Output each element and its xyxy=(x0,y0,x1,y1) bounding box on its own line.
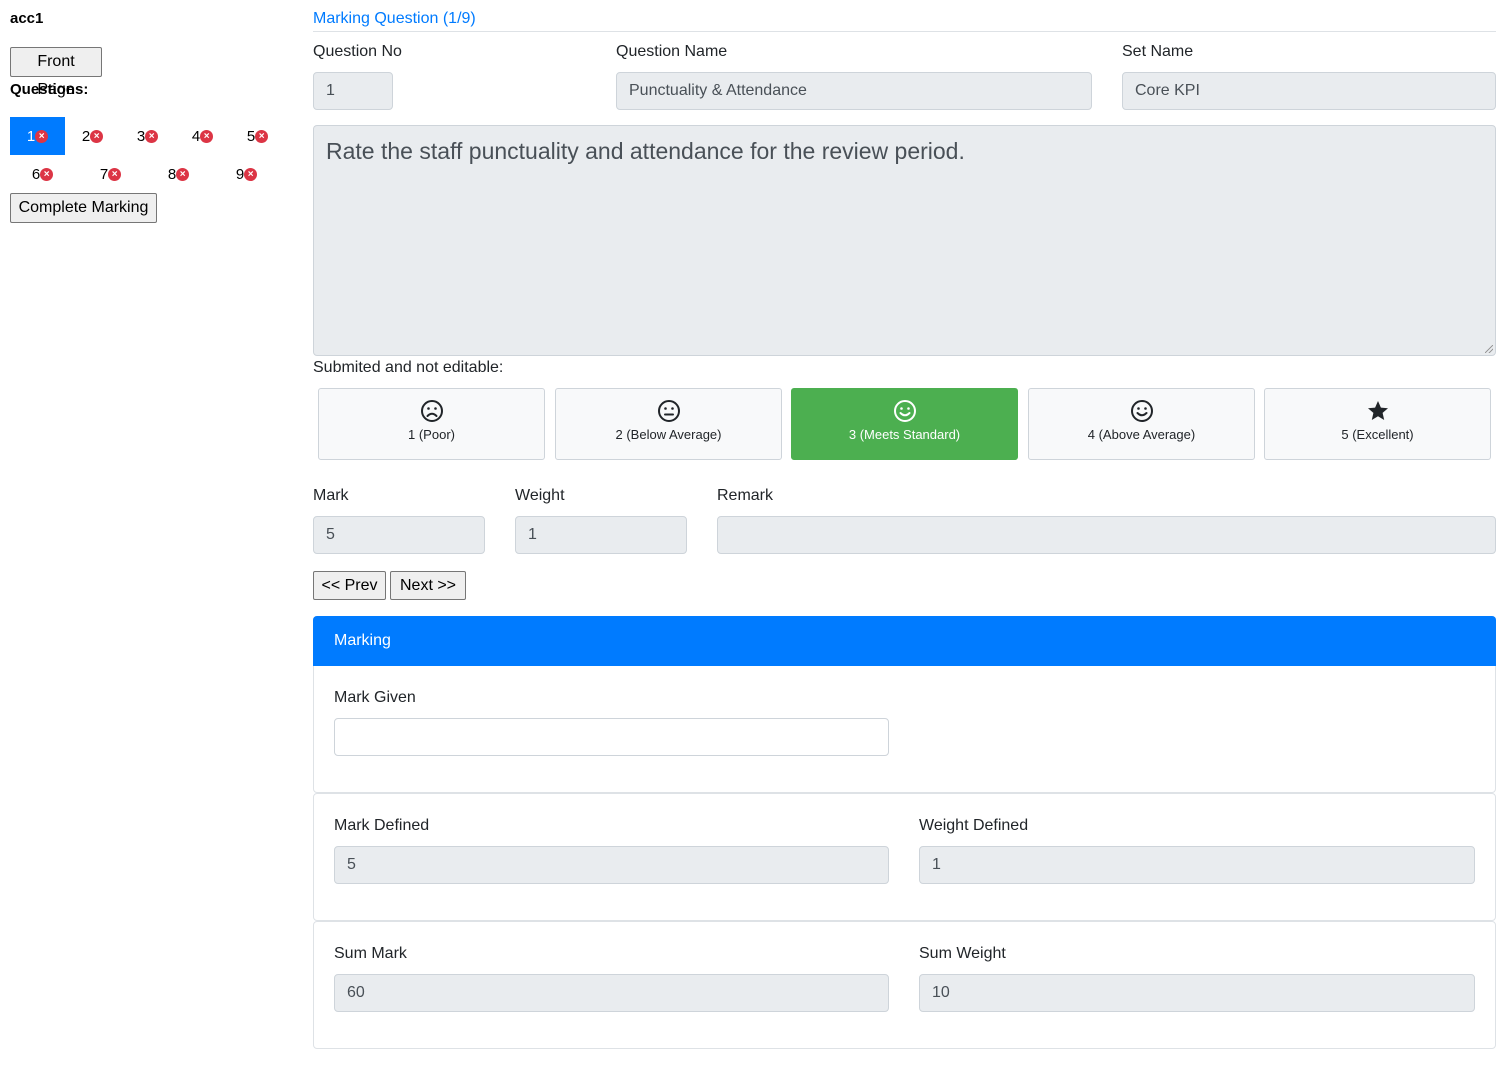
question-name-label: Question Name xyxy=(616,43,728,60)
rating-2-button[interactable]: 2 (Below Average) xyxy=(555,388,782,460)
question-link-7[interactable]: 7 × xyxy=(83,155,138,193)
resize-grip-icon[interactable] xyxy=(1485,345,1493,353)
questions-heading: Questions: xyxy=(10,81,89,98)
error-x-icon: × xyxy=(35,129,49,143)
weight-label: Weight xyxy=(515,487,565,504)
weight-defined-label: Weight Defined xyxy=(919,817,1029,834)
question-link-1[interactable]: 1 × xyxy=(10,117,65,155)
weight-field: 1 xyxy=(515,516,687,554)
question-no-label: Question No xyxy=(313,43,402,60)
username: acc1 xyxy=(10,10,44,27)
question-number: 6 xyxy=(31,165,41,183)
question-link-4[interactable]: 4 × xyxy=(175,117,230,155)
question-link-2[interactable]: 2 × xyxy=(65,117,120,155)
rating-label: 4 (Above Average) xyxy=(1087,427,1196,442)
rating-3-button[interactable]: 3 (Meets Standard) xyxy=(791,388,1018,460)
mark-given-label: Mark Given xyxy=(334,689,416,706)
complete-marking-button[interactable]: Complete Marking xyxy=(10,193,157,223)
rating-5-button[interactable]: 5 (Excellent) xyxy=(1264,388,1491,460)
rating-label: 3 (Meets Standard) xyxy=(848,427,961,442)
smile-icon xyxy=(1130,400,1153,422)
sum-weight-label: Sum Weight xyxy=(919,945,1006,962)
next-button[interactable]: Next >> xyxy=(390,571,466,600)
mark-label: Mark xyxy=(313,487,349,504)
error-x-icon: × xyxy=(40,167,54,181)
question-name-field: Punctuality & Attendance xyxy=(616,72,1092,110)
rating-label: 2 (Below Average) xyxy=(615,427,722,442)
set-name-label: Set Name xyxy=(1122,43,1194,60)
question-number: 9 xyxy=(235,165,245,183)
submitted-note: Submited and not editable: xyxy=(313,359,504,376)
question-no-field: 1 xyxy=(313,72,393,110)
neutral-face-icon xyxy=(657,400,680,422)
error-x-icon: × xyxy=(108,167,122,181)
question-description-text: Rate the staff punctuality and attendanc… xyxy=(326,138,965,164)
rating-4-button[interactable]: 4 (Above Average) xyxy=(1028,388,1255,460)
star-icon xyxy=(1367,401,1388,420)
marking-header: Marking xyxy=(313,616,1496,666)
question-number: 7 xyxy=(99,165,109,183)
error-x-icon: × xyxy=(255,129,269,143)
question-number: 3 xyxy=(136,127,146,145)
question-link-3[interactable]: 3 × xyxy=(120,117,175,155)
prev-button[interactable]: << Prev xyxy=(313,571,386,600)
frown-icon xyxy=(420,400,443,422)
divider xyxy=(313,31,1496,32)
question-number: 8 xyxy=(167,165,177,183)
smile-icon xyxy=(893,400,916,422)
mark-given-input[interactable] xyxy=(334,718,889,756)
question-number: 1 xyxy=(26,127,36,145)
set-name-field: Core KPI xyxy=(1122,72,1496,110)
page-title[interactable]: Marking Question (1/9) xyxy=(313,10,476,28)
error-x-icon: × xyxy=(90,129,104,143)
sum-mark-label: Sum Mark xyxy=(334,945,407,962)
question-link-8[interactable]: 8 × xyxy=(151,155,206,193)
mark-field: 5 xyxy=(313,516,485,554)
question-link-5[interactable]: 5 × xyxy=(230,117,285,155)
front-page-button[interactable]: Front Page xyxy=(10,47,102,98)
error-x-icon: × xyxy=(145,129,159,143)
mark-defined-label: Mark Defined xyxy=(334,817,430,834)
error-x-icon: × xyxy=(244,167,258,181)
sum-mark-field: 60 xyxy=(334,974,889,1012)
question-link-9[interactable]: 9 × xyxy=(219,155,274,193)
remark-label: Remark xyxy=(717,487,774,504)
question-description-textarea[interactable]: Rate the staff punctuality and attendanc… xyxy=(313,125,1496,356)
question-link-6[interactable]: 6 × xyxy=(15,155,70,193)
rating-label: 1 (Poor) xyxy=(408,427,455,442)
weight-defined-field: 1 xyxy=(919,846,1475,884)
question-number: 2 xyxy=(81,127,91,145)
question-number: 4 xyxy=(191,127,201,145)
error-x-icon: × xyxy=(200,129,214,143)
mark-defined-field: 5 xyxy=(334,846,889,884)
remark-field[interactable] xyxy=(717,516,1496,554)
question-number: 5 xyxy=(246,127,256,145)
rating-1-button[interactable]: 1 (Poor) xyxy=(318,388,545,460)
rating-label: 5 (Excellent) xyxy=(1341,427,1414,442)
error-x-icon: × xyxy=(176,167,190,181)
sum-weight-field: 10 xyxy=(919,974,1475,1012)
